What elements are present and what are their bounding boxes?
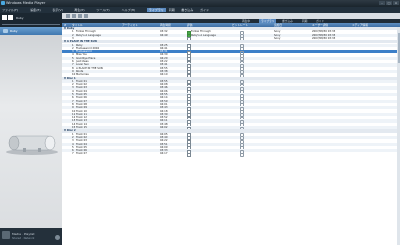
library-grid: # タイトル アーティスト 再生時間 評価 ビットレート 追加日 ユーザー評価 メディア情報 ▼…	[62, 23, 400, 245]
back-icon[interactable]	[66, 14, 70, 18]
close-button[interactable]: ×	[393, 1, 399, 5]
stop-button[interactable]	[8, 15, 13, 20]
track-number: 7	[72, 152, 74, 156]
play-button[interactable]	[2, 15, 7, 20]
library-node-header[interactable]: Ruby	[0, 27, 62, 35]
title-bar: Windows Media Player – □ ×	[0, 0, 400, 7]
menu-item-1[interactable]: 編集(E)	[30, 8, 40, 12]
menu-item-4[interactable]: ツール(T)	[96, 8, 109, 12]
left-footer: Media · Playlist Shared · Network	[0, 228, 62, 245]
seek-bar[interactable]	[2, 24, 60, 25]
scroll-thumb[interactable]	[397, 33, 400, 63]
window-title: Windows Media Player	[6, 1, 46, 5]
track-title: Track 07	[76, 152, 87, 156]
menu-item-6[interactable]: ライブラリ	[146, 8, 166, 12]
library-node-label: Ruby	[10, 29, 18, 33]
forward-icon[interactable]	[72, 14, 76, 18]
footer-button[interactable]	[55, 235, 60, 240]
app-icon	[1, 1, 5, 5]
menu-item-3[interactable]: 再生(P)	[74, 8, 84, 12]
info-dot-icon[interactable]	[240, 152, 244, 157]
device-icon	[2, 231, 10, 239]
minimize-button[interactable]: –	[379, 1, 385, 5]
footer-line-2: Shared · Network	[12, 237, 35, 240]
menu-item-0[interactable]: ファイル(F)	[2, 8, 18, 12]
now-playing-label: Ruby	[16, 16, 24, 20]
view-icon[interactable]	[78, 14, 82, 18]
menu-item-5[interactable]: ヘルプ(H)	[122, 8, 136, 12]
menu-item-8[interactable]: 書き込み	[181, 8, 193, 12]
speaker-visual	[6, 135, 58, 155]
menu-item-9[interactable]: ガイド	[200, 8, 209, 12]
table-row[interactable]: 7 Track 07 04:17	[62, 152, 400, 157]
left-pane	[0, 13, 62, 245]
maximize-button[interactable]: □	[386, 1, 392, 5]
menu-item-2[interactable]: 表示(V)	[52, 8, 62, 12]
search-icon[interactable]	[84, 14, 88, 18]
menu-item-7[interactable]: 同期	[169, 8, 175, 12]
rating-checkbox[interactable]	[187, 152, 191, 157]
footer-line-1: Media · Playlist	[12, 232, 35, 236]
track-time: 04:17	[160, 152, 168, 156]
folder-icon	[3, 29, 8, 33]
mini-player: Ruby	[0, 13, 62, 27]
